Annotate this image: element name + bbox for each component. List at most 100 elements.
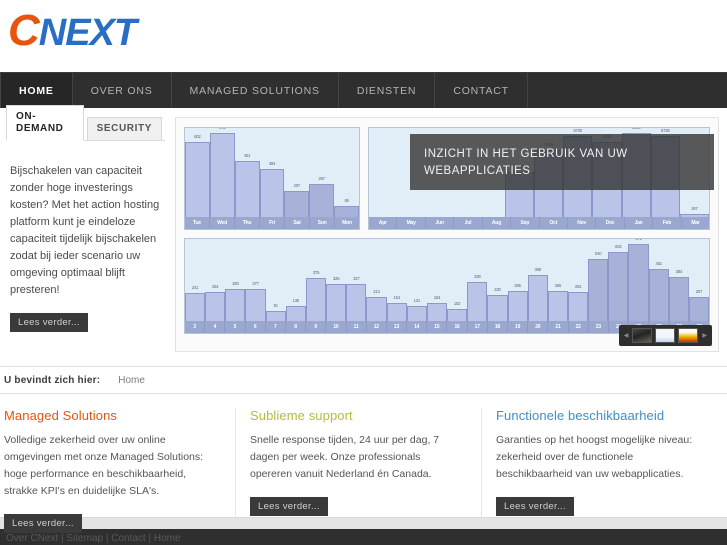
bar-value: 131 xyxy=(413,298,421,304)
axis-tick-label: Jul xyxy=(454,217,483,229)
bar: 602 xyxy=(608,244,629,321)
bar: 327 xyxy=(346,276,367,321)
bar-value: 154 xyxy=(433,295,441,301)
feature-column: Managed Solutions Volledige zekerheid ove… xyxy=(0,408,236,533)
breadcrumb-label: U bevindt zich hier: xyxy=(4,374,101,386)
pager-thumb-screenshot[interactable] xyxy=(632,328,653,343)
bar-value: 265 xyxy=(554,282,562,288)
axis-tick-label: Dec xyxy=(596,217,625,229)
axis-tick-label: Nov xyxy=(568,217,597,229)
axis-tick-label: 8 xyxy=(286,321,307,333)
bar: 672 xyxy=(209,128,235,217)
axis-tick-label: 12 xyxy=(367,321,387,333)
bar-value: 451 xyxy=(243,152,251,158)
axis-tick-label: Aug xyxy=(483,217,512,229)
chart-weekly-bars: 602 672 451 384 207 267 85 xyxy=(185,128,359,217)
axis-tick-label: 16 xyxy=(447,321,468,333)
axis-tick-label: 23 xyxy=(589,321,609,333)
pager-thumb-heatmap[interactable] xyxy=(678,328,699,343)
axis-tick-label: 21 xyxy=(548,321,569,333)
bar-value: 85 xyxy=(344,198,349,204)
bar-value: 6730 xyxy=(573,127,583,133)
showcase-slideshow[interactable]: 602 672 451 384 207 267 85 Tue Wed Thu Fri Sat Sun M… xyxy=(175,117,719,352)
axis-tick-label: Sun xyxy=(310,217,335,229)
nav-item-managed-solutions[interactable]: MANAGED SOLUTIONS xyxy=(172,73,339,108)
axis-tick-label: Tue xyxy=(185,217,210,229)
bar: 207 xyxy=(688,289,709,321)
bar-value: 6738 xyxy=(661,127,670,133)
chart-weekly: 602 672 451 384 207 267 85 Tue Wed Thu Fri Sat Sun M… xyxy=(184,127,360,230)
nav-item-contact[interactable]: CONTACT xyxy=(435,73,528,108)
sidebar: ON-DEMAND SECURITY Bijschakelen van capac… xyxy=(0,105,175,366)
nav-item-home[interactable]: HOME xyxy=(0,73,73,108)
upper-section: ON-DEMAND SECURITY Bijschakelen van capac… xyxy=(0,105,727,366)
axis-tick-label: Mar xyxy=(691,220,700,226)
tab-security[interactable]: SECURITY xyxy=(86,117,162,140)
pager-thumb-chart[interactable] xyxy=(655,328,676,343)
bar: 154 xyxy=(426,295,448,321)
bar: 131 xyxy=(406,298,427,321)
axis-tick-label: 19 xyxy=(508,321,529,333)
bar-value: 602 xyxy=(615,244,622,250)
feature-title: Managed Solutions xyxy=(4,408,117,423)
bar-value: 207 xyxy=(695,289,703,295)
axis-tick-label: 4 xyxy=(205,321,226,333)
chart-weekly-axis: Tue Wed Thu Fri Sat Sun Mon xyxy=(185,217,359,229)
axis-tick-label: 14 xyxy=(407,321,428,333)
pager-prev-icon[interactable]: ◀ xyxy=(623,333,630,339)
bar: 375 xyxy=(305,270,327,321)
axis-tick-label: Mon xyxy=(342,220,352,226)
pager-next-icon[interactable]: ▶ xyxy=(701,333,708,339)
axis-tick-label: 10 xyxy=(326,321,347,333)
main-navigation: HOME OVER ONS MANAGED SOLUTIONS DIENSTEN CON… xyxy=(0,72,727,108)
bar: 384 xyxy=(668,269,689,321)
sidebar-text: Bijschakelen van capaciteit zonder hoge … xyxy=(10,165,160,296)
chart-daily-bars: 241 254 280 277 91 135 375 325 327 213 154 131 154 10… xyxy=(185,239,709,321)
axis-tick-label: Fri xyxy=(260,217,285,229)
axis-tick-label: May xyxy=(397,217,426,229)
chart-daily: 241 254 280 277 91 135 375 325 327 213 154 131 154 10… xyxy=(184,238,710,334)
axis-tick-label: Sep xyxy=(511,217,540,229)
feature-title: Functionele beschikbaarheid xyxy=(496,408,665,423)
bar: 384 xyxy=(259,161,285,217)
bar-value: 267 xyxy=(691,205,698,211)
axis-tick-label: 15 xyxy=(427,321,448,333)
logo[interactable]: CNEXT xyxy=(8,9,137,54)
bar: 102 xyxy=(447,301,468,321)
axis-tick-label: 6 xyxy=(246,321,266,333)
axis-tick-label: Apr xyxy=(369,217,398,229)
feature-text: Garanties op het hoogst mogelijke niveau… xyxy=(496,434,693,480)
tab-on-demand[interactable]: ON-DEMAND xyxy=(6,105,84,141)
footer-links[interactable]: Over CNext | Sitemap | Contact | Home xyxy=(6,529,727,545)
bar: 277 xyxy=(245,281,266,321)
feature-columns: Managed Solutions Volledige zekerheid ove… xyxy=(0,394,727,533)
bar: 265 xyxy=(547,283,568,321)
bar-value: 241 xyxy=(191,285,199,291)
feature-read-more-button[interactable]: Lees verder... xyxy=(250,497,328,516)
breadcrumb-current[interactable]: Home xyxy=(118,375,145,386)
bar: 451 xyxy=(234,153,260,217)
feature-text: Snelle response tijden, 24 uur per dag, … xyxy=(250,434,440,480)
bar-value: 339 xyxy=(474,274,481,280)
bar: 451 xyxy=(648,261,669,321)
feature-text: Volledige zekerheid over uw online omgev… xyxy=(4,434,204,497)
bar: 91 xyxy=(265,303,286,321)
bar-value: 6956 xyxy=(631,127,641,130)
feature-column: Functionele beschikbaarheid Garanties op … xyxy=(482,408,727,517)
bar-value: 280 xyxy=(232,281,239,286)
bar: 154 xyxy=(386,295,407,321)
bar-value: 327 xyxy=(353,275,360,281)
bar-value: 207 xyxy=(293,183,301,189)
axis-tick-label: Jun xyxy=(426,217,455,229)
axis-tick-label: Sat xyxy=(285,217,310,229)
bar: 230 xyxy=(487,287,508,321)
sidebar-read-more-button[interactable]: Lees verder... xyxy=(10,313,88,332)
showcase-pager[interactable]: ◀ ▶ xyxy=(618,325,712,346)
bar: 135 xyxy=(285,298,306,321)
feature-read-more-button[interactable]: Lees verder... xyxy=(496,497,574,516)
bar-value: 451 xyxy=(655,261,662,267)
logo-word-next: NEXT xyxy=(38,12,137,54)
nav-item-diensten[interactable]: DIENSTEN xyxy=(339,73,436,108)
nav-item-over-ons[interactable]: OVER ONS xyxy=(73,73,172,108)
feature-title: Sublieme support xyxy=(250,408,353,423)
